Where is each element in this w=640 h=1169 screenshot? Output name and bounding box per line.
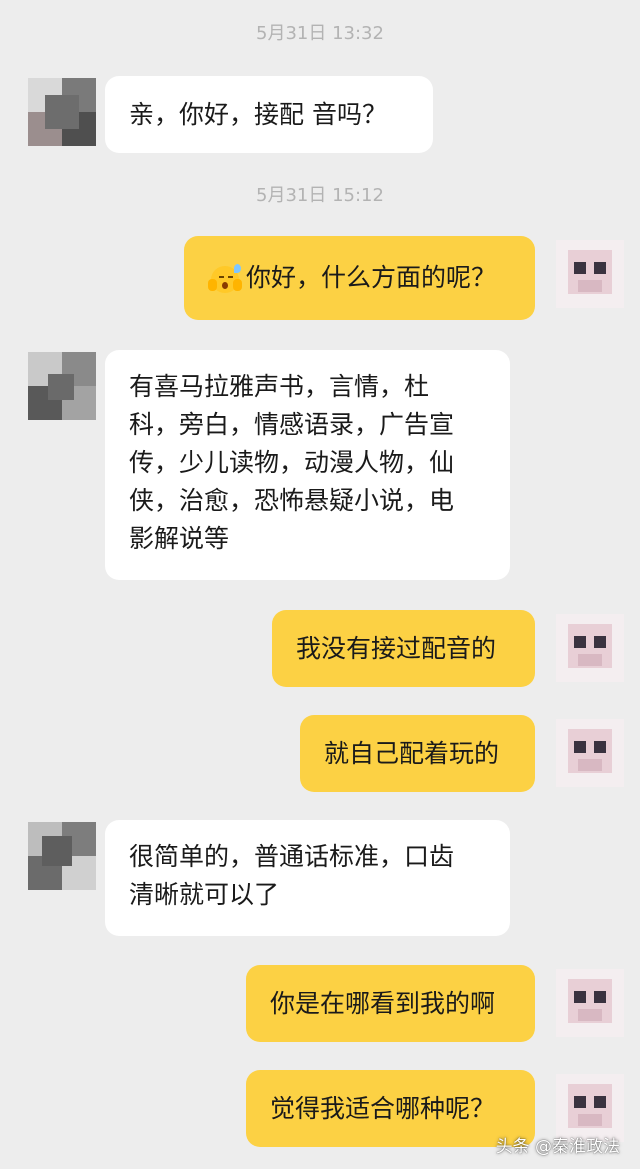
message-text: 有喜马拉雅声书，言情，杜 科，旁白，情感语录，广告宣 传，少儿读物，动漫人物，仙… [129,368,454,558]
contact-avatar[interactable] [28,352,96,420]
message-line: 清晰就可以了 [129,880,280,909]
message-line: 科，旁白，情感语录，广告宣 [129,410,455,439]
outgoing-message-bubble[interactable]: 觉得我适合哪种呢？ [246,1070,535,1147]
timestamp: 5月31日 13:32 [256,23,384,44]
my-avatar[interactable] [556,1074,624,1142]
message-text: 你好，什么方面的呢？ [246,263,497,292]
incoming-message-bubble[interactable]: 很简单的，普通话标准，口齿 清晰就可以了 [105,820,510,936]
my-avatar[interactable] [556,614,624,682]
outgoing-message-bubble[interactable]: 我没有接过配音的 [272,610,535,687]
message-text: 我没有接过配音的 [296,633,497,663]
message-text: 亲，你好，接配 音吗？ [129,99,387,129]
outgoing-message-bubble[interactable]: 你好，什么方面的呢？ [184,236,535,320]
incoming-message-bubble[interactable]: 亲，你好，接配 音吗？ [105,76,433,153]
my-avatar[interactable] [556,719,624,787]
embarrassed-face-emoji-icon [208,261,242,295]
contact-avatar[interactable] [28,78,96,146]
message-text: 你是在哪看到我的啊 [270,988,496,1018]
contact-avatar[interactable] [28,822,96,890]
message-line: 影解说等 [129,524,230,553]
outgoing-message-bubble[interactable]: 就自己配着玩的 [300,715,535,792]
chat-window[interactable]: 5月31日 13:32 亲，你好，接配 音吗？ 5月31日 15:12 你好，什… [0,0,640,1169]
outgoing-message-bubble[interactable]: 你是在哪看到我的啊 [246,965,535,1042]
message-line: 侠，治愈，恐怖悬疑小说，电 [129,486,455,515]
message-line: 有喜马拉雅声书，言情，杜 [129,372,430,401]
message-text: 就自己配着玩的 [324,738,500,768]
my-avatar[interactable] [556,969,624,1037]
timestamp: 5月31日 15:12 [256,185,384,206]
message-line: 很简单的，普通话标准，口齿 [129,842,455,871]
incoming-message-bubble[interactable]: 有喜马拉雅声书，言情，杜 科，旁白，情感语录，广告宣 传，少儿读物，动漫人物，仙… [105,350,510,580]
message-text: 觉得我适合哪种呢？ [270,1093,496,1123]
message-text: 很简单的，普通话标准，口齿 清晰就可以了 [129,838,454,914]
my-avatar[interactable] [556,240,624,308]
message-line: 传，少儿读物，动漫人物，仙 [129,448,455,477]
watermark: 头条 @秦淮政法 [495,1137,620,1157]
